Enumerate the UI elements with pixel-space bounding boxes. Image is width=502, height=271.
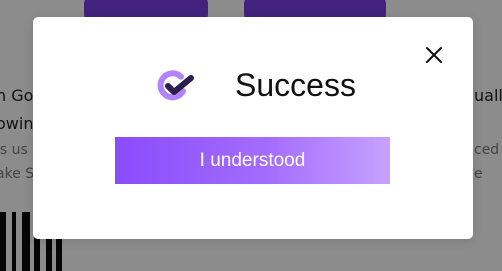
close-icon xyxy=(423,44,445,66)
check-circle-logo-icon xyxy=(153,66,199,106)
i-understood-button[interactable]: I understood xyxy=(115,137,390,184)
success-modal: Success I understood xyxy=(33,17,473,239)
close-button[interactable] xyxy=(423,44,445,66)
modal-title: Success xyxy=(235,67,356,103)
